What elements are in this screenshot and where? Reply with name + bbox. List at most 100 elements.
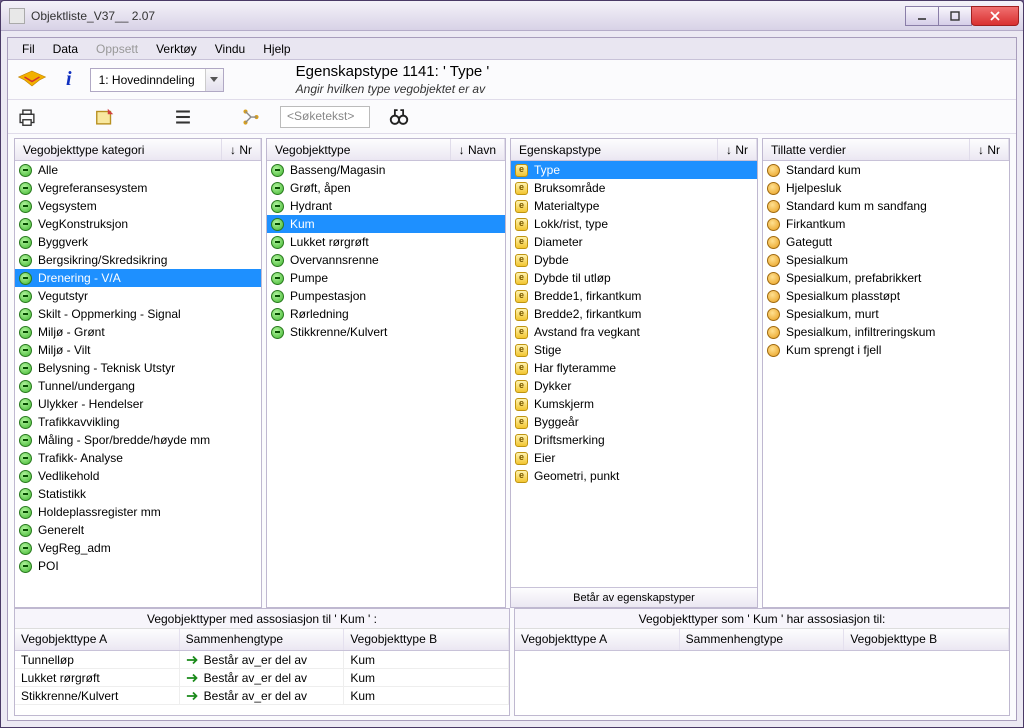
list-item[interactable]: Stige <box>511 341 757 359</box>
list-item[interactable]: Dykker <box>511 377 757 395</box>
col-b[interactable]: Vegobjekttype B <box>344 629 509 650</box>
list-item[interactable]: Eier <box>511 449 757 467</box>
export-icon[interactable] <box>94 106 116 128</box>
list-item[interactable]: Miljø - Grønt <box>15 323 261 341</box>
list-item[interactable]: Stikkrenne/Kulvert <box>267 323 505 341</box>
values-sort[interactable]: ↓ Nr <box>970 139 1009 160</box>
list-item[interactable]: Ulykker - Hendelser <box>15 395 261 413</box>
titlebar[interactable]: Objektliste_V37__ 2.07 <box>1 1 1023 31</box>
list-item[interactable]: Pumpestasjon <box>267 287 505 305</box>
list-item[interactable]: Materialtype <box>511 197 757 215</box>
list-item[interactable]: Dybde til utløp <box>511 269 757 287</box>
list-item[interactable]: Skilt - Oppmerking - Signal <box>15 305 261 323</box>
list-item[interactable]: Driftsmerking <box>511 431 757 449</box>
list-item[interactable]: Byggeår <box>511 413 757 431</box>
col-rel[interactable]: Sammenhengtype <box>180 629 345 650</box>
list-item[interactable]: Kum <box>267 215 505 233</box>
list-item[interactable]: Byggverk <box>15 233 261 251</box>
menu-oppsett[interactable]: Oppsett <box>88 40 146 58</box>
category-header[interactable]: Vegobjekttype kategori ↓ Nr <box>15 139 261 161</box>
menu-vindu[interactable]: Vindu <box>207 40 253 58</box>
table-row[interactable]: TunnelløpBestår av_er del avKum <box>15 651 509 669</box>
list-item[interactable]: Avstand fra vegkant <box>511 323 757 341</box>
list-item[interactable]: Har flyteramme <box>511 359 757 377</box>
list-item[interactable]: Drenering - V/A <box>15 269 261 287</box>
list-item[interactable]: Dybde <box>511 251 757 269</box>
list-item[interactable]: Basseng/Magasin <box>267 161 505 179</box>
list-item[interactable]: Miljø - Vilt <box>15 341 261 359</box>
list-item[interactable]: Vegsystem <box>15 197 261 215</box>
list-item[interactable]: Trafikk- Analyse <box>15 449 261 467</box>
list-item[interactable]: Spesialkum plasstøpt <box>763 287 1009 305</box>
col-b[interactable]: Vegobjekttype B <box>844 629 1009 650</box>
category-list[interactable]: AlleVegreferansesystemVegsystemVegKonstr… <box>15 161 261 607</box>
list-item[interactable]: Overvannsrenne <box>267 251 505 269</box>
list-item[interactable]: Rørledning <box>267 305 505 323</box>
list-item[interactable]: VegKonstruksjon <box>15 215 261 233</box>
col-a[interactable]: Vegobjekttype A <box>515 629 680 650</box>
list-item[interactable]: Alle <box>15 161 261 179</box>
values-list[interactable]: Standard kumHjelpeslukStandard kum m san… <box>763 161 1009 607</box>
list-item[interactable]: Spesialkum, infiltreringskum <box>763 323 1009 341</box>
search-input[interactable]: <Søketekst> <box>280 106 370 128</box>
list-item[interactable]: Vegreferansesystem <box>15 179 261 197</box>
menu-verktoy[interactable]: Verktøy <box>148 40 205 58</box>
info-icon[interactable]: i <box>60 68 78 91</box>
division-combo[interactable]: 1: Hovedinndeling <box>90 68 224 92</box>
list-item[interactable]: Bruksområde <box>511 179 757 197</box>
list-item[interactable]: Belysning - Teknisk Utstyr <box>15 359 261 377</box>
list-item[interactable]: POI <box>15 557 261 575</box>
assoc-to-list[interactable]: TunnelløpBestår av_er del avKumLukket rø… <box>15 651 509 715</box>
list-item[interactable]: Kumskjerm <box>511 395 757 413</box>
list-item[interactable]: Grøft, åpen <box>267 179 505 197</box>
assoc-from-list[interactable] <box>515 651 1009 715</box>
list-item[interactable]: Vegutstyr <box>15 287 261 305</box>
menu-data[interactable]: Data <box>45 40 86 58</box>
table-row[interactable]: Stikkrenne/KulvertBestår av_er del avKum <box>15 687 509 705</box>
print-icon[interactable] <box>16 106 38 128</box>
list-item[interactable]: Bredde2, firkantkum <box>511 305 757 323</box>
list-item[interactable]: Holdeplassregister mm <box>15 503 261 521</box>
list-item[interactable]: Lukket rørgrøft <box>267 233 505 251</box>
list-item[interactable]: Gategutt <box>763 233 1009 251</box>
list-item[interactable]: Pumpe <box>267 269 505 287</box>
property-sort[interactable]: ↓ Nr <box>718 139 757 160</box>
list-item[interactable]: Måling - Spor/bredde/høyde mm <box>15 431 261 449</box>
list-item[interactable]: Bredde1, firkantkum <box>511 287 757 305</box>
minimize-button[interactable] <box>905 6 939 26</box>
table-row[interactable]: Lukket rørgrøftBestår av_er del avKum <box>15 669 509 687</box>
list-item[interactable]: VegReg_adm <box>15 539 261 557</box>
list-item[interactable]: Trafikkavvikling <box>15 413 261 431</box>
list-item[interactable]: Standard kum m sandfang <box>763 197 1009 215</box>
col-rel[interactable]: Sammenhengtype <box>680 629 845 650</box>
list-item[interactable]: Spesialkum, prefabrikkert <box>763 269 1009 287</box>
col-a[interactable]: Vegobjekttype A <box>15 629 180 650</box>
list-item[interactable]: Firkantkum <box>763 215 1009 233</box>
list-item[interactable]: Spesialkum, murt <box>763 305 1009 323</box>
object-sort[interactable]: ↓ Navn <box>451 139 505 160</box>
object-header[interactable]: Vegobjekttype ↓ Navn <box>267 139 505 161</box>
list-icon[interactable] <box>172 106 194 128</box>
list-item[interactable]: Diameter <box>511 233 757 251</box>
list-item[interactable]: Kum sprengt i fjell <box>763 341 1009 359</box>
binoculars-icon[interactable] <box>388 106 410 128</box>
menu-fil[interactable]: Fil <box>14 40 43 58</box>
close-button[interactable] <box>971 6 1019 26</box>
property-header[interactable]: Egenskapstype ↓ Nr <box>511 139 757 161</box>
list-item[interactable]: Standard kum <box>763 161 1009 179</box>
list-item[interactable]: Tunnel/undergang <box>15 377 261 395</box>
list-item[interactable]: Statistikk <box>15 485 261 503</box>
menu-hjelp[interactable]: Hjelp <box>255 40 298 58</box>
list-item[interactable]: Geometri, punkt <box>511 467 757 485</box>
list-item[interactable]: Hydrant <box>267 197 505 215</box>
list-item[interactable]: Bergsikring/Skredsikring <box>15 251 261 269</box>
property-footer[interactable]: Betår av egenskapstyper <box>511 587 757 607</box>
list-item[interactable]: Vedlikehold <box>15 467 261 485</box>
list-item[interactable]: Hjelpesluk <box>763 179 1009 197</box>
list-item[interactable]: Spesialkum <box>763 251 1009 269</box>
property-list[interactable]: TypeBruksområdeMaterialtypeLokk/rist, ty… <box>511 161 757 587</box>
list-item[interactable]: Type <box>511 161 757 179</box>
tree-icon[interactable] <box>240 106 262 128</box>
object-list[interactable]: Basseng/MagasinGrøft, åpenHydrantKumLukk… <box>267 161 505 607</box>
list-item[interactable]: Lokk/rist, type <box>511 215 757 233</box>
